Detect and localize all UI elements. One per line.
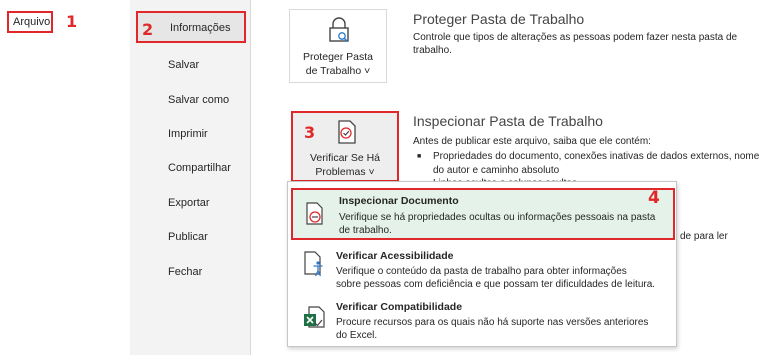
protect-button-label-2: de Trabalho ˅: [305, 65, 371, 77]
protect-workbook-button[interactable]: Proteger Pasta de Trabalho ˅: [289, 9, 387, 83]
menu-item-desc-1: Verifique se há propriedades ocultas ou …: [339, 212, 656, 223]
nav-item-imprimir[interactable]: Imprimir: [168, 128, 208, 140]
inspect-button-label-1: Verificar Se Há: [309, 152, 381, 164]
protect-desc-2: trabalho.: [413, 45, 452, 56]
nav-item-salvar-como[interactable]: Salvar como: [168, 94, 229, 106]
protect-title: Proteger Pasta de Trabalho: [413, 11, 585, 27]
inspect-bullet-1: Propriedades do documento, conexões inat…: [417, 150, 759, 164]
menu-item-title: Verificar Compatibilidade: [336, 301, 463, 313]
inspect-bullet-1-cont: do autor e caminho absoluto: [433, 165, 560, 176]
nav-divider: [250, 0, 251, 355]
protect-desc-1: Controle que tipos de alterações as pess…: [413, 32, 738, 43]
inspect-right-fragment: de para ler: [680, 231, 728, 242]
menu-item-desc-2: do Excel.: [336, 330, 378, 341]
check-issues-menu: Inspecionar Documento Verifique se há pr…: [287, 181, 677, 347]
nav-item-exportar[interactable]: Exportar: [168, 197, 210, 209]
menu-item-inspect-document[interactable]: Inspecionar Documento Verifique se há pr…: [291, 188, 675, 240]
inspect-document-icon: [306, 202, 323, 225]
backstage-nav: Informações Salvar Salvar como Imprimir …: [130, 0, 250, 355]
excel-compatibility-icon: [304, 306, 325, 328]
nav-item-publicar[interactable]: Publicar: [168, 231, 208, 243]
check-for-issues-button[interactable]: Verificar Se Há Problemas ˅: [291, 111, 399, 182]
menu-item-check-compatibility[interactable]: Verificar Compatibilidade Procure recurs…: [288, 298, 676, 346]
accessibility-icon: [304, 251, 323, 277]
inspect-button-label-2: Problemas ˅: [315, 166, 375, 178]
menu-item-title: Verificar Acessibilidade: [336, 250, 454, 262]
file-tab[interactable]: Arquivo: [7, 11, 53, 33]
nav-item-compartilhar[interactable]: Compartilhar: [168, 162, 231, 174]
document-check-icon: [338, 120, 356, 144]
menu-item-check-accessibility[interactable]: Verificar Acessibilidade Verifique o con…: [288, 246, 676, 296]
lock-icon: [329, 17, 349, 43]
step-2-marker: 2: [142, 20, 154, 39]
nav-item-fechar[interactable]: Fechar: [168, 266, 202, 278]
inspect-desc: Antes de publicar este arquivo, saiba qu…: [413, 136, 651, 147]
menu-item-desc-2: de trabalho.: [339, 225, 392, 236]
menu-item-desc-2: sobre pessoas com deficiência e que poss…: [336, 279, 656, 290]
step-4-marker: 4: [648, 188, 660, 208]
step-1-marker: 1: [66, 12, 78, 31]
nav-item-salvar[interactable]: Salvar: [168, 59, 199, 71]
menu-item-desc-1: Procure recursos para os quais não há su…: [336, 317, 649, 328]
inspect-title: Inspecionar Pasta de Trabalho: [413, 113, 603, 129]
menu-item-title: Inspecionar Documento: [339, 195, 459, 207]
protect-button-label-1: Proteger Pasta: [302, 51, 374, 63]
step-3-marker: 3: [304, 123, 316, 142]
menu-item-desc-1: Verifique o conteúdo da pasta de trabalh…: [336, 266, 627, 277]
nav-item-label: Informações: [170, 22, 231, 34]
